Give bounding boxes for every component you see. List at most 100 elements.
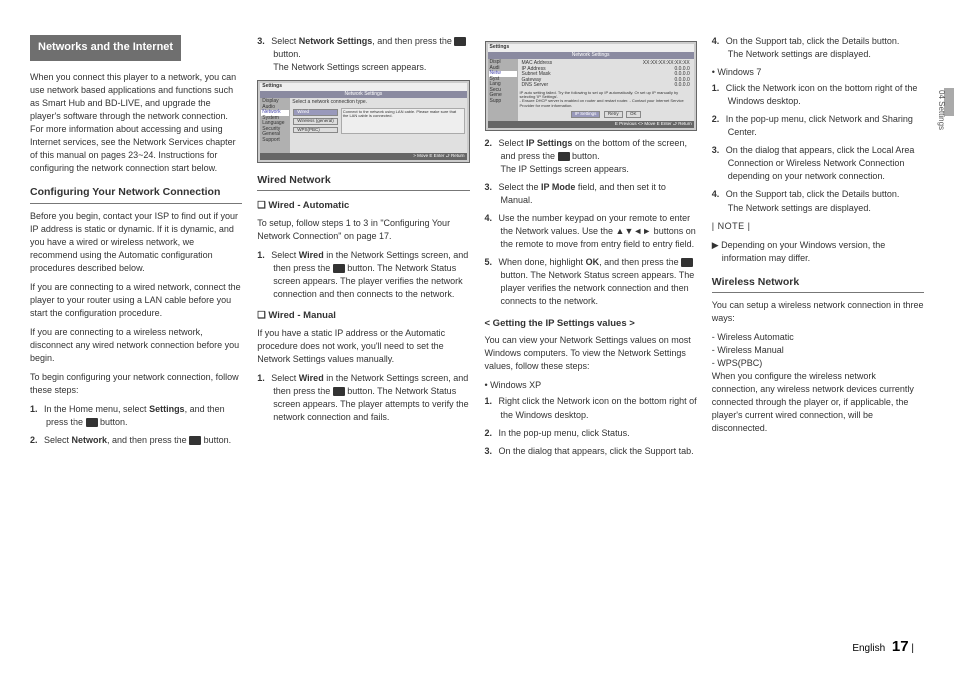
fig-button: Retry: [604, 111, 623, 118]
section-header: Networks and the Internet: [30, 35, 181, 61]
steps-w7: 1.Click the Network icon on the bottom r…: [712, 82, 924, 214]
step-text: On the dialog that appears, click the Lo…: [726, 145, 915, 181]
os-list-2: • Windows 7: [712, 66, 924, 79]
list-item: 2.Select IP Settings on the bottom of th…: [485, 137, 697, 176]
step-text: The Network Settings screen appears.: [273, 62, 426, 72]
fig-footer: E Previous <> Move E Enter ⮐ Return: [488, 121, 694, 128]
list-item: 3.On the dialog that appears, click the …: [485, 445, 697, 458]
fig-side-menu: Displ Audi Netw Syst Lang Secu Gene Supp: [488, 59, 518, 121]
fig-content: Select a network connection type. Wired …: [290, 98, 466, 153]
step-text: Click the Network icon on the bottom rig…: [726, 83, 918, 106]
list-item: 4.On the Support tab, click the Details …: [712, 35, 924, 61]
step-text: Select: [44, 435, 72, 445]
note-text: Depending on your Windows version, the i…: [721, 240, 885, 263]
column-1: Networks and the Internet When you conne…: [30, 35, 242, 620]
wireless-ways-list: - Wireless Automatic - Wireless Manual -…: [712, 331, 924, 370]
page-footer: English 17 |: [852, 638, 914, 655]
step-text: Select the: [499, 182, 542, 192]
list-item: 1.Select Wired in the Network Settings s…: [257, 249, 469, 301]
figure-network-settings-2: Settings Network Settings Displ Audi Net…: [485, 41, 697, 131]
step-bold: Settings: [149, 404, 185, 414]
step-text: button.: [98, 417, 128, 427]
step-text: In the pop-up menu, click Network and Sh…: [726, 114, 913, 137]
list-item: • Windows XP: [485, 379, 697, 392]
way-text: WPS(PBC): [717, 358, 762, 368]
step-bold: OK: [586, 257, 600, 267]
os-list: • Windows XP: [485, 379, 697, 392]
steps-xp: 1.Right click the Network icon on the bo…: [485, 395, 697, 457]
list-item: 3.Select Network Settings, and then pres…: [257, 35, 469, 74]
step-bold: IP Settings: [526, 138, 572, 148]
footer-page-number: 17: [892, 638, 909, 655]
fig-row: DNS Server0.0.0.0: [520, 83, 692, 89]
list-item: - WPS(PBC): [712, 357, 924, 370]
fig-header: Network Settings: [488, 52, 694, 60]
step-text: On the Support tab, click the Details bu…: [726, 36, 900, 46]
os-name: Windows 7: [717, 67, 761, 77]
list-item: 2.Select Network, and then press the but…: [30, 434, 242, 447]
list-item: 2.In the pop-up menu, click Status.: [485, 427, 697, 440]
step-text: button.: [273, 49, 301, 59]
step-text: Select: [499, 138, 527, 148]
note-item: ▶ Depending on your Windows version, the…: [712, 239, 924, 265]
step-text: The Network settings are displayed.: [728, 203, 871, 213]
side-tab: 04 Settings: [937, 90, 946, 130]
steps-list-1: 1.In the Home menu, select Settings, and…: [30, 403, 242, 447]
list-item: - Wireless Automatic: [712, 331, 924, 344]
note-label: | NOTE |: [712, 220, 924, 233]
way-text: Wireless Automatic: [717, 332, 794, 342]
steps-xp-cont: 4.On the Support tab, click the Details …: [712, 35, 924, 61]
list-item: • Windows 7: [712, 66, 924, 79]
step-bold: IP Mode: [541, 182, 575, 192]
steps-manual: 1.Select Wired in the Network Settings s…: [257, 372, 469, 424]
step-text: Use the number keypad on your remote to …: [499, 213, 696, 249]
step-text: In the pop-up menu, click Status.: [499, 428, 630, 438]
fig-content: MAC AddressXX:XX:XX:XX:XX:XX IP Address0…: [518, 59, 694, 121]
fig-menu-item: Support: [261, 138, 289, 144]
subhead-wireless-network: Wireless Network: [712, 275, 924, 293]
subhead-configuring: Configuring Your Network Connection: [30, 185, 242, 203]
step-text: The Network settings are displayed.: [728, 49, 871, 59]
p-view-settings: You can view your Network Settings value…: [485, 334, 697, 373]
fig-button: Wireless (general): [293, 118, 338, 125]
list-item: 4.Use the number keypad on your remote t…: [485, 212, 697, 251]
footer-language: English: [852, 643, 885, 654]
list-item: 4.On the Support tab, click the Details …: [712, 188, 924, 214]
steps-auto: 1.Select Wired in the Network Settings s…: [257, 249, 469, 301]
enter-icon: [333, 264, 345, 273]
fig-window-title: Settings: [488, 44, 694, 52]
list-item: 1.Click the Network icon on the bottom r…: [712, 82, 924, 108]
step-text: On the dialog that appears, click the Su…: [499, 446, 694, 456]
list-item: 1.Select Wired in the Network Settings s…: [257, 372, 469, 424]
step-text: button.: [201, 435, 231, 445]
step-bold: Network: [72, 435, 108, 445]
fig-button: IP Settings: [571, 111, 601, 118]
p-wireless-note: If you are connecting to a wireless netw…: [30, 326, 242, 365]
step-bold: Network Settings: [299, 36, 373, 46]
fig-note: Connect to the network using LAN cable. …: [341, 108, 465, 135]
step-text: On the Support tab, click the Details bu…: [726, 189, 900, 199]
subhead-wired-network: Wired Network: [257, 173, 469, 191]
list-item: 1.Right click the Network icon on the bo…: [485, 395, 697, 421]
list-item: 3.On the dialog that appears, click the …: [712, 144, 924, 183]
subhead-wired-auto: ❑ Wired - Automatic: [257, 199, 469, 213]
fig-text: Select a network connection type.: [292, 100, 464, 106]
subhead-wired-manual: ❑ Wired - Manual: [257, 309, 469, 323]
steps-ip: 2.Select IP Settings on the bottom of th…: [485, 137, 697, 309]
step-bold: Wired: [299, 250, 324, 260]
fig-msg2: - Ensure DHCP server is enabled on route…: [520, 99, 692, 108]
step-text: Right click the Network icon on the bott…: [499, 396, 697, 419]
step-text: The IP Settings screen appears.: [501, 164, 629, 174]
way-text: Wireless Manual: [717, 345, 784, 355]
step-text: Select: [271, 373, 299, 383]
column-3: Settings Network Settings Displ Audi Net…: [485, 35, 697, 620]
step-text: When done, highlight: [499, 257, 586, 267]
fig-window-title: Settings: [260, 83, 466, 91]
column-2: 3.Select Network Settings, and then pres…: [257, 35, 469, 620]
p-wireless-setup: You can setup a wireless network connect…: [712, 299, 924, 325]
enter-icon: [454, 37, 466, 46]
fig-button: WPS(PBC): [293, 127, 338, 134]
step-bold: Wired: [299, 373, 324, 383]
p-static-ip: If you have a static IP address or the A…: [257, 327, 469, 366]
fig-menu-item: Supp: [489, 99, 517, 105]
